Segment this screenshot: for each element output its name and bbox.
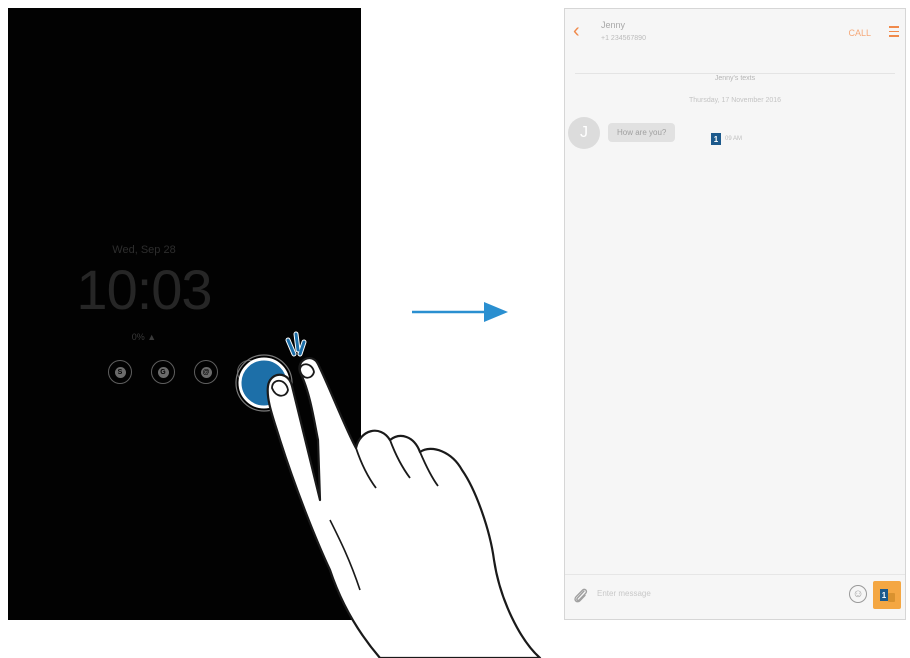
aod-clock: 10:03 (76, 258, 212, 321)
notification-glyph (243, 366, 255, 378)
sim-card-icon: 1 (711, 133, 721, 145)
section-label-container: Jenny's texts (565, 67, 905, 85)
notification-glyph: S (114, 366, 126, 378)
aod-battery-status: 0% ▲ (131, 332, 157, 342)
notification-glyph: @ (200, 366, 212, 378)
conversation-date: Thursday, 17 November 2016 (688, 97, 782, 104)
send-button[interactable]: 1 (873, 581, 901, 609)
aod-date: Wed, Sep 28 (112, 244, 176, 256)
always-on-display-screen: Wed, Sep 28 10:03 0% ▲ S G @ (8, 8, 361, 620)
attach-icon[interactable] (573, 587, 589, 605)
back-icon[interactable]: ‹ (573, 20, 580, 42)
message-bubble[interactable]: How are you? (608, 123, 676, 142)
message-timestamp: 09 AM (725, 136, 743, 142)
contact-number: +1 234567890 (601, 35, 646, 42)
avatar[interactable]: J (568, 117, 600, 149)
section-label: Jenny's texts (704, 75, 766, 82)
contact-name: Jenny (601, 20, 626, 30)
conversation-header: ‹ Jenny +1 234567890 CALL (565, 9, 905, 57)
menu-icon[interactable] (889, 23, 899, 40)
emoji-icon[interactable]: ☺ (849, 585, 867, 603)
notification-icon-s[interactable]: S (108, 360, 132, 384)
call-button[interactable]: CALL (848, 28, 871, 38)
notification-icon-at[interactable]: @ (194, 360, 218, 384)
compose-bar: Enter message ☺ 1 (565, 574, 905, 619)
notification-glyph: G (157, 366, 169, 378)
message-input[interactable]: Enter message (597, 589, 651, 598)
transition-arrow-icon (412, 302, 508, 322)
sim-card-icon: 1 (880, 589, 888, 601)
messages-screen: ‹ Jenny +1 234567890 CALL Jenny's texts … (564, 8, 906, 620)
notification-icon-messages[interactable] (237, 360, 261, 384)
notification-icon-g[interactable]: G (151, 360, 175, 384)
send-sim-card-icon (888, 593, 895, 602)
